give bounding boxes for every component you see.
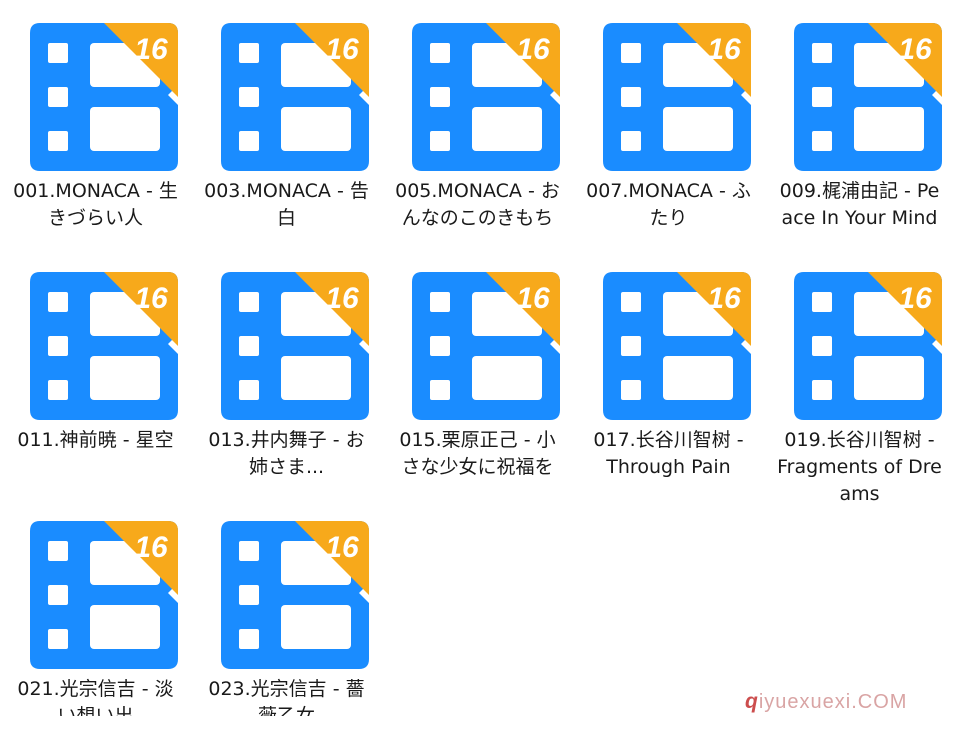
file-item[interactable]: 16 017.长谷川智树 - Through Pain bbox=[573, 249, 764, 499]
file-item[interactable]: 16 001.MONACA - 生きづらい人 bbox=[0, 0, 191, 250]
badge-label: 16 bbox=[134, 531, 168, 564]
video-file-icon[interactable]: 16 bbox=[30, 272, 178, 420]
file-name-label: 021.光宗信吉 - 淡い想い出 bbox=[17, 678, 174, 716]
video-file-icon[interactable]: 16 bbox=[603, 23, 751, 171]
file-name-label: 017.长谷川智树 - Through Pain bbox=[593, 429, 744, 478]
file-item[interactable]: 16 013.井内舞子 - お姉さま... bbox=[191, 249, 382, 499]
file-name-label: 023.光宗信吉 - 薔薇乙女 bbox=[208, 678, 365, 716]
file-name-label: 015.栗原正己 - 小さな少女に祝福を bbox=[399, 429, 556, 478]
badge-label: 16 bbox=[134, 282, 168, 315]
video-file-icon[interactable]: 16 bbox=[30, 521, 178, 669]
file-item[interactable]: 16 019.长谷川智树 - Fragments of Dreams bbox=[764, 249, 955, 505]
video-file-icon[interactable]: 16 bbox=[30, 23, 178, 171]
badge-label: 16 bbox=[898, 282, 932, 315]
badge-label: 16 bbox=[325, 282, 359, 315]
badge-label: 16 bbox=[707, 33, 741, 66]
badge-label: 16 bbox=[898, 33, 932, 66]
file-name-label: 009.梶浦由記 - Peace In Your Mind bbox=[779, 180, 940, 229]
file-name-label: 003.MONACA - 告白 bbox=[204, 180, 369, 229]
badge-label: 16 bbox=[516, 33, 550, 66]
file-name-label: 005.MONACA - おんなのこのきもち bbox=[395, 180, 560, 229]
file-name-label: 019.长谷川智树 - Fragments of Dreams bbox=[777, 429, 942, 505]
file-name-label: 013.井内舞子 - お姉さま... bbox=[208, 429, 365, 478]
file-item[interactable]: 16 009.梶浦由記 - Peace In Your Mind bbox=[764, 0, 955, 250]
video-file-icon[interactable]: 16 bbox=[221, 521, 369, 669]
file-grid: 16 001.MONACA - 生きづらい人 16 003.MONACA - 告白 16… bbox=[0, 0, 961, 716]
video-file-icon[interactable]: 16 bbox=[794, 272, 942, 420]
badge-label: 16 bbox=[707, 282, 741, 315]
video-file-icon[interactable]: 16 bbox=[412, 272, 560, 420]
badge-label: 16 bbox=[325, 33, 359, 66]
video-file-icon[interactable]: 16 bbox=[603, 272, 751, 420]
video-file-icon[interactable]: 16 bbox=[221, 23, 369, 171]
video-file-icon[interactable]: 16 bbox=[794, 23, 942, 171]
badge-label: 16 bbox=[134, 33, 168, 66]
file-item[interactable]: 16 003.MONACA - 告白 bbox=[191, 0, 382, 250]
file-name-label: 001.MONACA - 生きづらい人 bbox=[13, 180, 178, 229]
file-name-label: 011.神前暁 - 星空 bbox=[17, 429, 174, 451]
site-watermark: qiyuexuexi.COM bbox=[745, 690, 907, 714]
file-item[interactable]: 16 023.光宗信吉 - 薔薇乙女 bbox=[191, 498, 382, 716]
badge-label: 16 bbox=[325, 531, 359, 564]
watermark-logo-letter: q bbox=[745, 690, 759, 713]
file-item[interactable]: 16 015.栗原正己 - 小さな少女に祝福を bbox=[382, 249, 573, 499]
file-item[interactable]: 16 021.光宗信吉 - 淡い想い出 bbox=[0, 498, 191, 716]
file-name-label: 007.MONACA - ふたり bbox=[586, 180, 751, 229]
watermark-text: iyuexuexi.COM bbox=[758, 691, 908, 713]
badge-label: 16 bbox=[516, 282, 550, 315]
file-item[interactable]: 16 005.MONACA - おんなのこのきもち bbox=[382, 0, 573, 250]
video-file-icon[interactable]: 16 bbox=[412, 23, 560, 171]
file-item[interactable]: 16 007.MONACA - ふたり bbox=[573, 0, 764, 250]
video-file-icon[interactable]: 16 bbox=[221, 272, 369, 420]
file-item[interactable]: 16 011.神前暁 - 星空 bbox=[0, 249, 191, 499]
